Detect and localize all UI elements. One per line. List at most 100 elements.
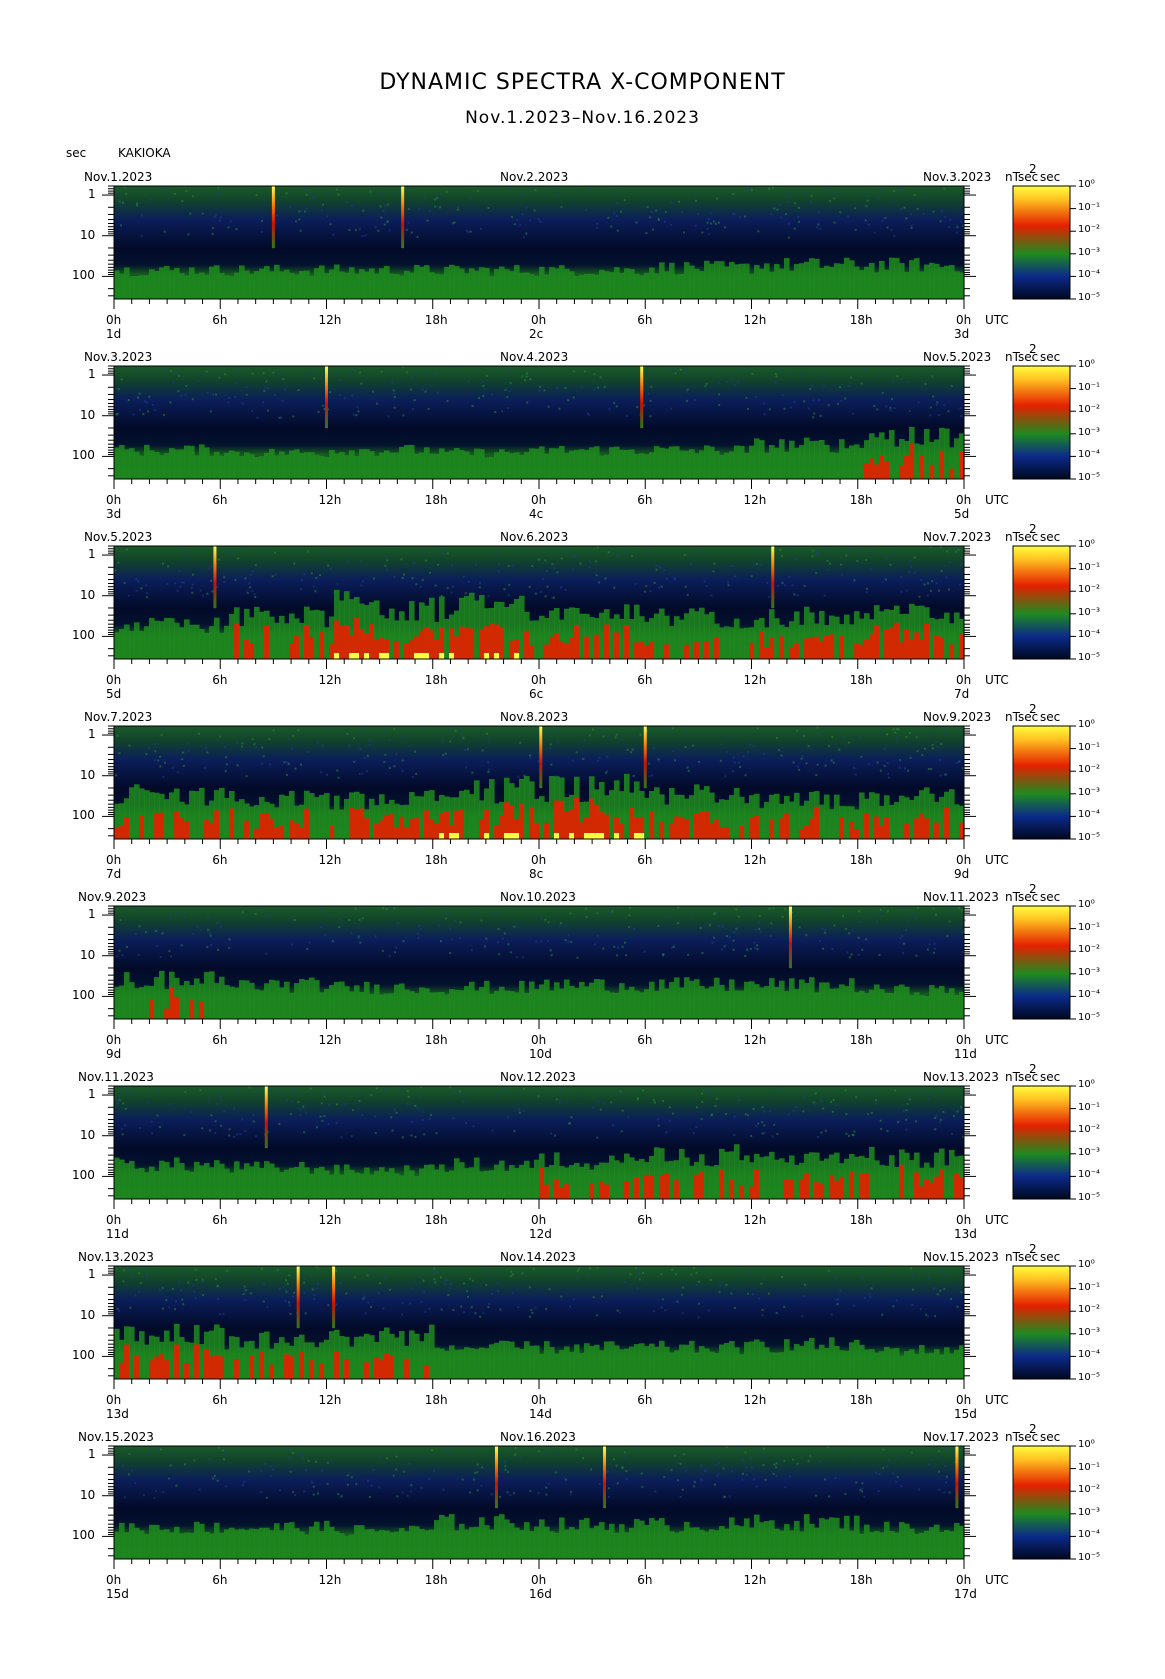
activity-bar xyxy=(879,260,885,299)
activity-bar xyxy=(914,992,920,1019)
noise-speck xyxy=(348,744,351,747)
noise-speck xyxy=(694,224,697,227)
y-tick-label: 1 xyxy=(88,367,96,382)
noise-speck xyxy=(941,1089,944,1092)
activity-bar xyxy=(199,629,205,659)
activity-bar xyxy=(429,453,435,479)
activity-bar xyxy=(734,1347,740,1379)
activity-bar xyxy=(114,1531,120,1559)
noise-speck xyxy=(329,567,332,570)
activity-bar xyxy=(239,456,245,479)
noise-speck xyxy=(658,586,661,589)
noise-speck xyxy=(411,776,414,779)
activity-bar xyxy=(324,627,330,659)
noise-speck xyxy=(576,1269,579,1272)
activity-bar xyxy=(274,622,280,659)
noise-speck xyxy=(775,375,778,378)
noise-speck xyxy=(199,589,202,592)
noise-speck xyxy=(227,397,230,400)
colorbar-tick-label: 10⁻² xyxy=(1078,1484,1101,1496)
x-unit-label: UTC xyxy=(985,493,1009,507)
noise-speck xyxy=(393,392,396,395)
activity-bar xyxy=(684,1344,690,1379)
noise-speck xyxy=(459,1093,462,1096)
noise-speck xyxy=(911,1303,914,1306)
noise-speck xyxy=(444,917,447,920)
noise-speck xyxy=(451,938,454,941)
activity-bar xyxy=(689,1527,695,1559)
noise-speck xyxy=(824,929,827,932)
noise-speck xyxy=(117,1101,120,1104)
noise-speck xyxy=(534,592,537,595)
noise-speck xyxy=(940,569,943,572)
colorbar-tick-label: 10⁻³ xyxy=(1078,1506,1101,1518)
noise-speck xyxy=(649,399,652,402)
noise-speck xyxy=(494,911,497,914)
noise-speck xyxy=(848,956,851,959)
activity-bar xyxy=(694,268,700,299)
activity-bar-strong xyxy=(424,1365,430,1379)
noise-speck xyxy=(446,399,449,402)
noise-speck xyxy=(514,1446,517,1449)
activity-bar xyxy=(949,988,955,1019)
noise-speck xyxy=(479,1315,482,1318)
noise-speck xyxy=(506,1116,509,1119)
activity-bar xyxy=(329,269,335,299)
activity-bar xyxy=(834,794,840,839)
colorbar-tick-label: 10⁻³ xyxy=(1078,966,1101,978)
activity-bar xyxy=(804,982,810,1019)
noise-speck xyxy=(462,1100,465,1103)
activity-bar xyxy=(534,1526,540,1559)
noise-speck xyxy=(159,755,162,758)
noise-speck xyxy=(138,1290,141,1293)
noise-speck xyxy=(248,1470,251,1473)
impulse-spike xyxy=(539,726,543,789)
activity-bar xyxy=(919,995,925,1019)
noise-speck xyxy=(853,579,856,582)
noise-speck xyxy=(744,1113,747,1116)
noise-speck xyxy=(907,769,910,772)
noise-speck xyxy=(138,925,141,928)
noise-speck xyxy=(916,750,919,753)
noise-speck xyxy=(384,564,387,567)
activity-bar-strong xyxy=(799,1180,805,1199)
noise-speck xyxy=(821,927,824,930)
activity-bar xyxy=(429,1164,435,1199)
noise-speck xyxy=(670,407,673,410)
noise-speck xyxy=(602,735,605,738)
noise-speck xyxy=(205,370,208,373)
noise-speck xyxy=(641,1486,644,1489)
noise-speck xyxy=(167,197,170,200)
activity-bar-strong xyxy=(379,820,385,839)
activity-bar xyxy=(629,986,635,1019)
activity-bar xyxy=(214,617,220,659)
x-tick-label: 18h xyxy=(424,673,448,687)
noise-speck xyxy=(319,377,322,380)
noise-speck xyxy=(722,925,725,928)
colorbar-tick-label: 10⁻¹ xyxy=(1078,1461,1101,1473)
activity-bar-strong xyxy=(599,1181,605,1199)
noise-speck xyxy=(222,1313,225,1316)
noise-speck xyxy=(531,565,534,568)
noise-speck xyxy=(554,1134,557,1137)
activity-bar xyxy=(829,267,835,299)
activity-bar xyxy=(419,796,425,839)
noise-speck xyxy=(262,755,265,758)
noise-speck xyxy=(708,924,711,927)
noise-speck xyxy=(124,1107,127,1110)
activity-bar xyxy=(749,981,755,1019)
noise-speck xyxy=(384,205,387,208)
activity-bar xyxy=(694,1352,700,1379)
y-tick-label: 1 xyxy=(88,907,96,922)
noise-speck xyxy=(363,756,366,759)
colorbar-unit-sec: sec xyxy=(1040,1250,1061,1264)
noise-speck xyxy=(937,1456,940,1459)
noise-speck xyxy=(254,564,257,567)
noise-speck xyxy=(510,1270,513,1273)
noise-speck xyxy=(507,407,510,410)
noise-speck xyxy=(223,746,226,749)
noise-speck xyxy=(347,553,350,556)
noise-speck xyxy=(775,1466,778,1469)
activity-bar xyxy=(819,1344,825,1379)
noise-speck xyxy=(368,739,371,742)
